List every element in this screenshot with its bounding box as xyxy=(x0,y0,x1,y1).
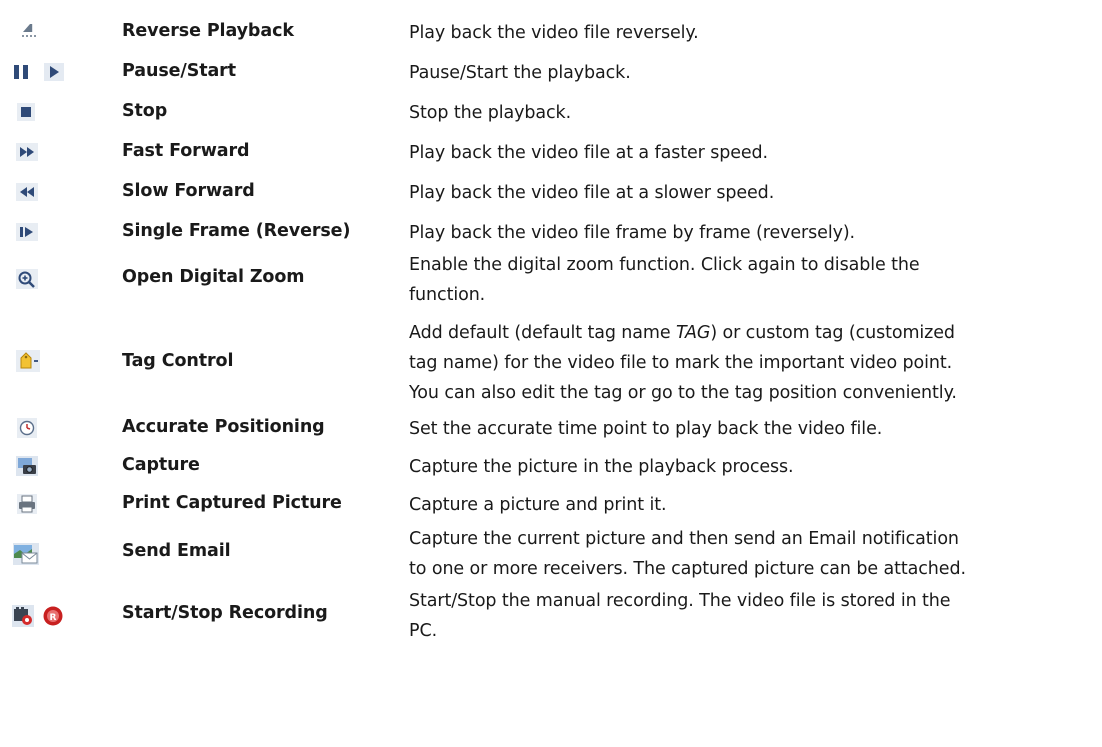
start-recording-icon xyxy=(12,605,34,627)
row-description: Capture a picture and print it. xyxy=(409,495,667,515)
table-row-accurate-positioning: Accurate Positioning Set the accurate ti… xyxy=(0,414,1102,444)
table-row-reverse-playback: Reverse Playback Play back the video fil… xyxy=(0,18,1102,48)
row-description: Capture the current picture and then sen… xyxy=(409,529,966,579)
row-label: Stop xyxy=(122,101,168,121)
table-row-pause-start: Pause/Start Pause/Start the playback. xyxy=(0,58,1102,88)
row-description: Set the accurate time point to play back… xyxy=(409,419,883,439)
row-label: Print Captured Picture xyxy=(122,493,342,513)
pause-icon xyxy=(12,63,32,81)
row-description: Pause/Start the playback. xyxy=(409,63,631,83)
table-row-fast-forward: Fast Forward Play back the video file at… xyxy=(0,138,1102,168)
tag-control-icon xyxy=(16,350,40,372)
row-description: Play back the video file reversely. xyxy=(409,23,699,43)
row-description: Start/Stop the manual recording. The vid… xyxy=(409,591,951,641)
clock-icon xyxy=(17,418,37,438)
row-description: Capture the picture in the playback proc… xyxy=(409,457,794,477)
table-row-tag-control: Tag Control Add default (default tag nam… xyxy=(0,318,1102,408)
row-label: Start/Stop Recording xyxy=(122,603,328,623)
slow-forward-icon xyxy=(16,183,38,201)
row-description: Add default (default tag name TAG) or cu… xyxy=(409,323,957,403)
fast-forward-icon xyxy=(16,143,38,161)
row-label: Open Digital Zoom xyxy=(122,267,305,287)
table-row-send-email: Send Email Capture the current picture a… xyxy=(0,524,1102,584)
table-row-stop: Stop Stop the playback. xyxy=(0,98,1102,128)
play-icon xyxy=(44,63,64,81)
row-label: Pause/Start xyxy=(122,61,236,81)
stop-icon xyxy=(17,103,35,121)
row-label: Send Email xyxy=(122,541,231,561)
row-label: Slow Forward xyxy=(122,181,255,201)
email-icon xyxy=(13,543,39,565)
stop-recording-icon: R xyxy=(42,605,64,627)
digital-zoom-icon xyxy=(16,269,38,289)
printer-icon xyxy=(17,494,37,514)
row-description: Enable the digital zoom function. Click … xyxy=(409,255,920,305)
table-row-slow-forward: Slow Forward Play back the video file at… xyxy=(0,178,1102,208)
table-row-single-frame-reverse: Single Frame (Reverse) Play back the vid… xyxy=(0,218,1102,248)
row-label: Accurate Positioning xyxy=(122,417,325,437)
row-label: Reverse Playback xyxy=(122,21,294,41)
svg-text:R: R xyxy=(50,613,57,623)
row-description: Play back the video file at a slower spe… xyxy=(409,183,775,203)
toolbar-reference-table: Reverse Playback Play back the video fil… xyxy=(0,0,1102,747)
camera-icon xyxy=(16,456,38,476)
row-label: Single Frame (Reverse) xyxy=(122,221,351,241)
table-row-capture: Capture Capture the picture in the playb… xyxy=(0,452,1102,482)
table-row-print-captured-picture: Print Captured Picture Capture a picture… xyxy=(0,490,1102,520)
row-description: Stop the playback. xyxy=(409,103,572,123)
row-label: Fast Forward xyxy=(122,141,250,161)
table-row-open-digital-zoom: Open Digital Zoom Enable the digital zoo… xyxy=(0,250,1102,310)
single-frame-icon xyxy=(16,223,38,241)
row-label: Capture xyxy=(122,455,200,475)
row-description: Play back the video file at a faster spe… xyxy=(409,143,769,163)
row-label: Tag Control xyxy=(122,351,234,371)
reverse-playback-icon xyxy=(18,20,40,42)
table-row-start-stop-recording: R Start/Stop Recording Start/Stop the ma… xyxy=(0,586,1102,646)
row-description: Play back the video file frame by frame … xyxy=(409,223,856,243)
